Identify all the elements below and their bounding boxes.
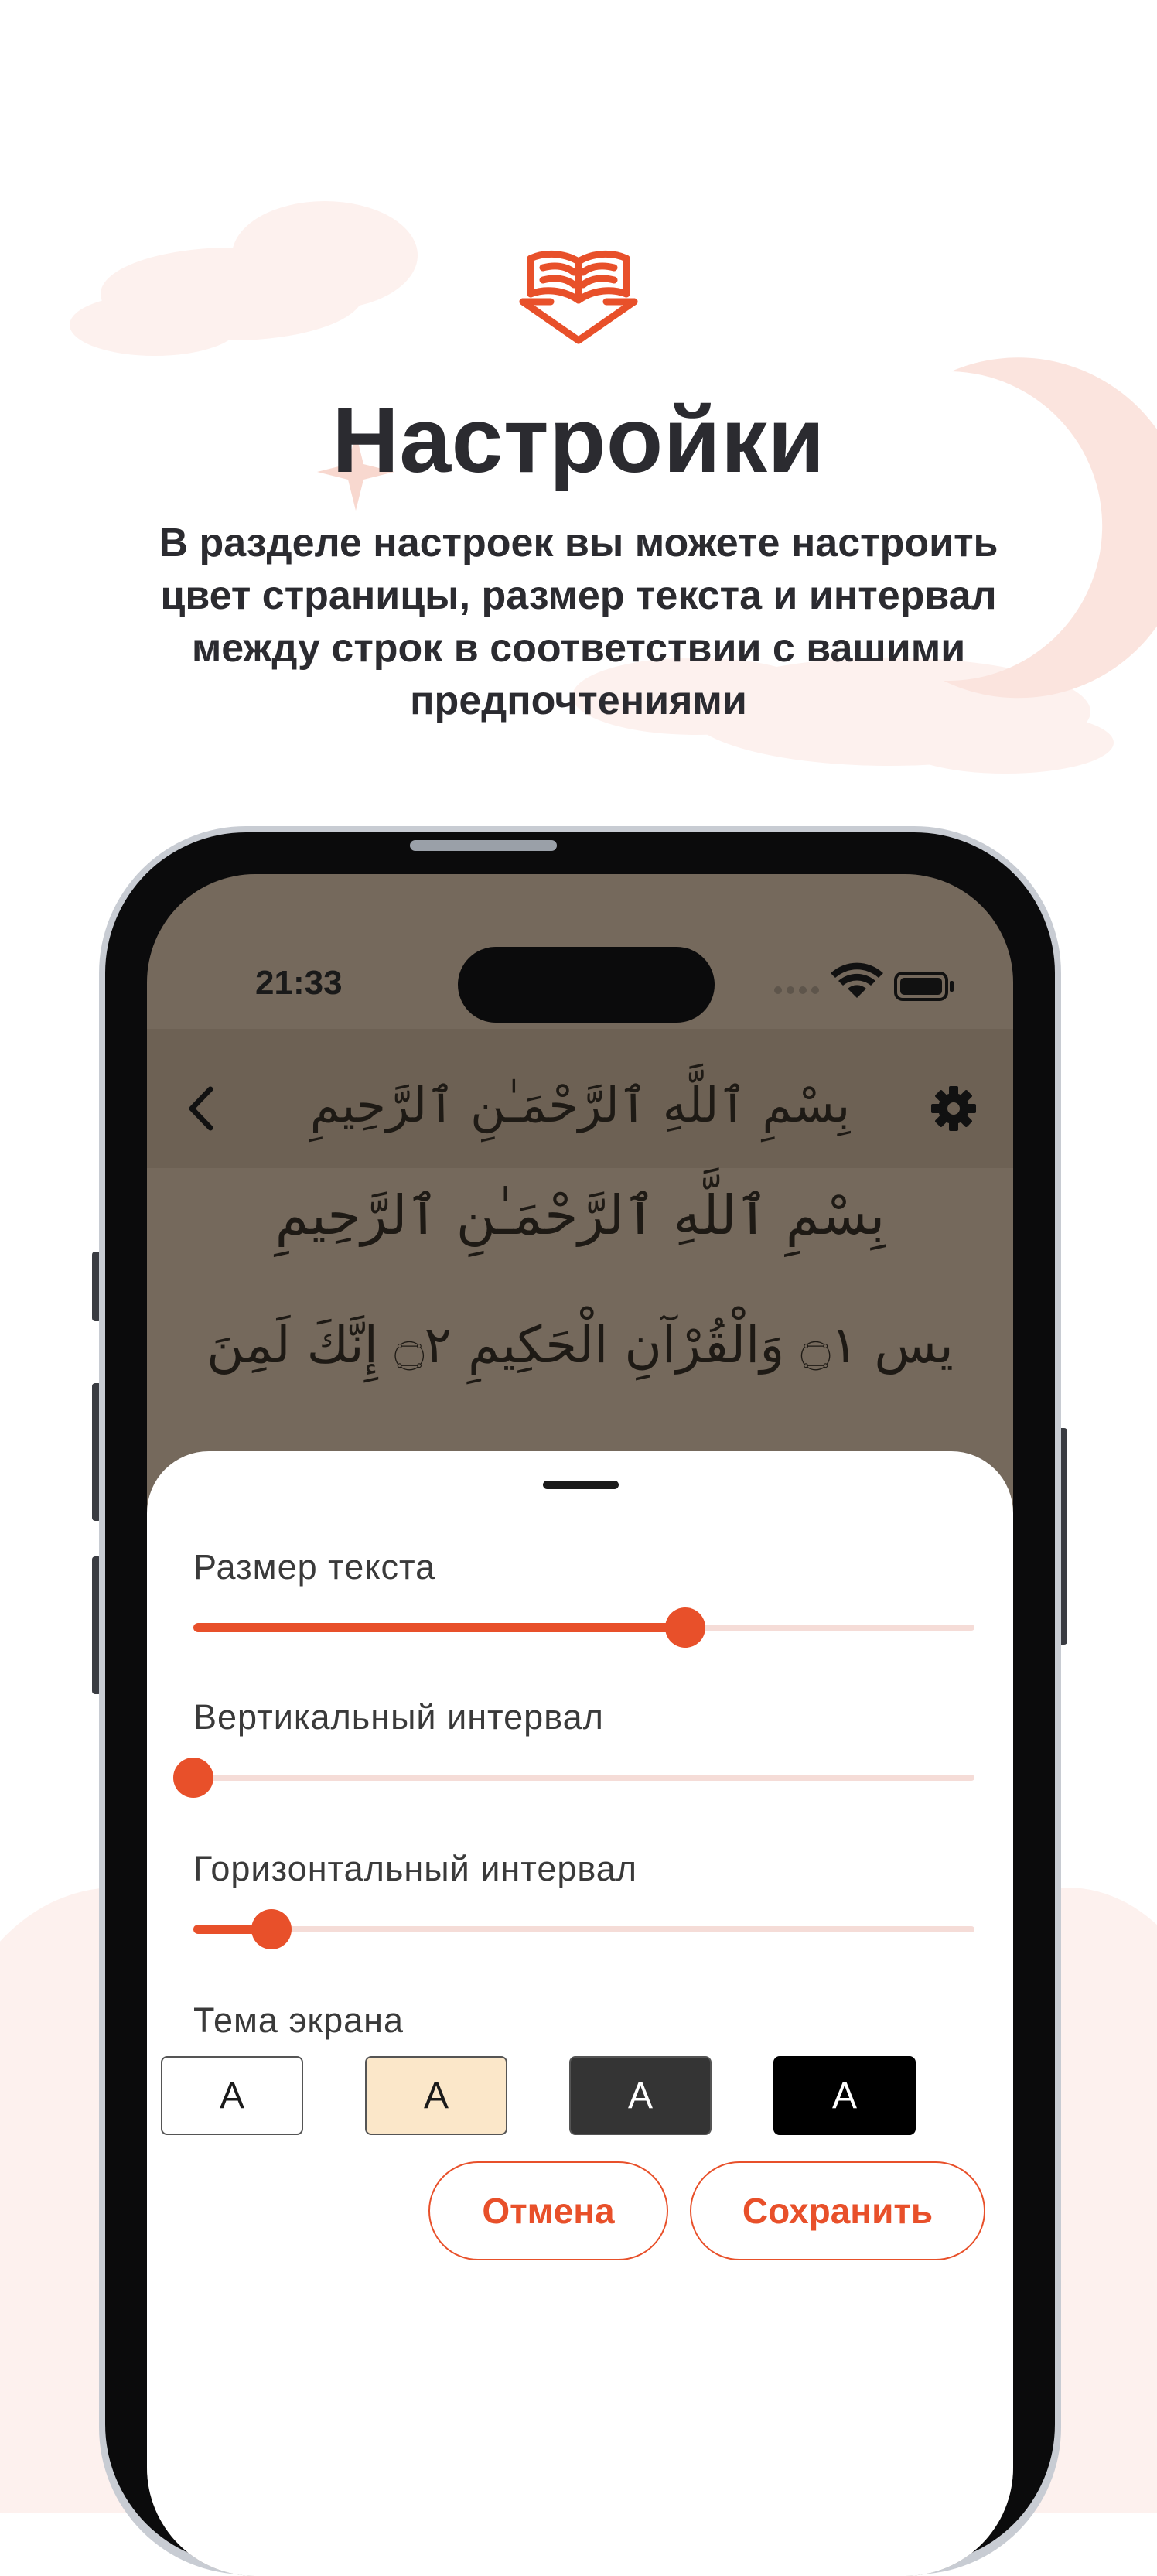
gear-icon[interactable] (928, 1083, 979, 1134)
horizontal-interval-slider[interactable] (193, 1906, 974, 1952)
status-time: 21:33 (255, 964, 343, 1002)
dynamic-island (458, 947, 715, 1023)
text-size-slider[interactable] (193, 1604, 974, 1651)
theme-option-white[interactable]: A (161, 2056, 303, 2135)
screen-theme-label: Тема экрана (193, 2000, 404, 2040)
quran-book-icon (519, 250, 638, 344)
theme-option-black[interactable]: A (773, 2056, 916, 2135)
sheet-drag-handle[interactable] (543, 1481, 619, 1489)
slider-thumb[interactable] (251, 1909, 292, 1949)
verse-line: يس ۝١ وَالْقُرْآنِ الْحَكِيمِ ۝٢ إِنَّكَ… (206, 1315, 954, 1375)
phone-bezel: 21:33 بِسْمِ ٱللَّهِ ٱلرَّحْمَـٰنِ ٱلرَّ… (105, 832, 1055, 2576)
cancel-button[interactable]: Отмена (428, 2161, 668, 2260)
vertical-interval-slider[interactable] (173, 1754, 974, 1801)
bismillah-text: بِسْمِ ٱللَّهِ ٱلرَّحْمَـٰنِ ٱلرَّحِيمِ (275, 1184, 886, 1247)
wifi-icon (831, 962, 883, 998)
battery-icon (894, 972, 954, 1001)
phone-speaker (410, 840, 557, 851)
slider-thumb[interactable] (173, 1758, 213, 1798)
status-icons (774, 962, 954, 1001)
horizontal-interval-label: Горизонтальный интервал (193, 1849, 638, 1888)
surah-header-title: بِسْمِ ٱللَّهِ ٱلرَّحْمَـٰنِ ٱلرَّحِيمِ (309, 1077, 851, 1133)
slider-thumb[interactable] (665, 1607, 706, 1648)
theme-option-sepia[interactable]: A (365, 2056, 507, 2135)
signal-icon (774, 986, 819, 994)
promo-subtitle: В разделе настроек вы можете настроить ц… (159, 521, 998, 723)
settings-sheet: Размер текста Вертикальный интервал Гори… (147, 1451, 1013, 2576)
promo-title: Настройки (332, 388, 825, 492)
back-chevron-icon[interactable] (176, 1081, 230, 1136)
phone-screen: 21:33 بِسْمِ ٱللَّهِ ٱلرَّحْمَـٰنِ ٱلرَّ… (147, 874, 1013, 2576)
save-button[interactable]: Сохранить (690, 2161, 985, 2260)
text-size-label: Размер текста (193, 1547, 436, 1587)
phone-frame: 21:33 بِسْمِ ٱللَّهِ ٱلرَّحْمَـٰنِ ٱلرَّ… (99, 826, 1061, 2576)
theme-option-dark[interactable]: A (569, 2056, 712, 2135)
vertical-interval-label: Вертикальный интервал (193, 1697, 604, 1737)
